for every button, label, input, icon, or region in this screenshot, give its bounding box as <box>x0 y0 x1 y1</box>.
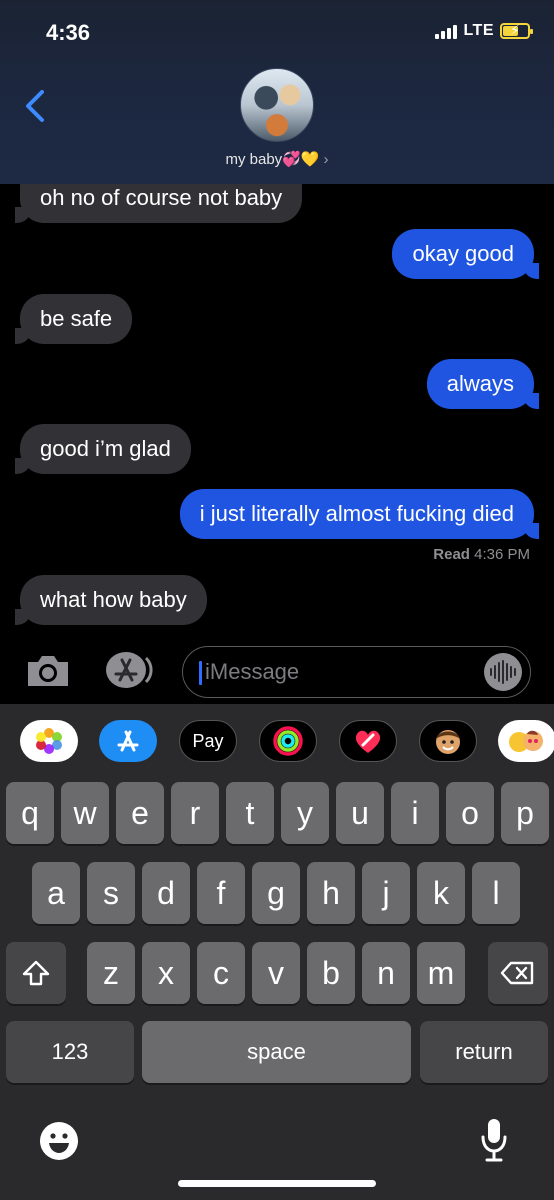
app-store-icon[interactable] <box>99 720 157 762</box>
status-indicators: LTE ⚡ <box>435 22 533 40</box>
apple-pay-icon[interactable]: Pay <box>179 720 237 762</box>
apple-pay-label: Pay <box>192 730 224 751</box>
emoji-icon[interactable] <box>38 1120 80 1162</box>
key-e[interactable]: e <box>116 782 164 844</box>
chevron-left-icon[interactable] <box>18 86 52 126</box>
key-t[interactable]: t <box>226 782 274 844</box>
key-o[interactable]: o <box>446 782 494 844</box>
key-s[interactable]: s <box>87 862 135 924</box>
key-x[interactable]: x <box>142 942 190 1004</box>
numbers-key[interactable]: 123 <box>6 1021 134 1083</box>
home-indicator[interactable] <box>178 1180 376 1187</box>
key-y[interactable]: y <box>281 782 329 844</box>
key-b[interactable]: b <box>307 942 355 1004</box>
status-time: 4:36 <box>46 20 91 45</box>
message-outgoing[interactable]: okay good <box>392 229 539 279</box>
delete-icon <box>500 961 534 985</box>
message-incoming[interactable]: what how baby <box>15 575 207 625</box>
key-j[interactable]: j <box>362 862 410 924</box>
key-w[interactable]: w <box>61 782 109 844</box>
message-outgoing[interactable]: always <box>426 359 540 409</box>
chevron-right-icon: › <box>323 151 329 168</box>
signal-icon <box>435 23 458 39</box>
message-outgoing[interactable]: i just literally almost fucking died <box>179 489 540 539</box>
imessage-input[interactable]: iMessage <box>182 646 531 698</box>
text-caret <box>199 661 202 685</box>
key-m[interactable]: m <box>417 942 465 1004</box>
key-g[interactable]: g <box>252 862 300 924</box>
key-h[interactable]: h <box>307 862 355 924</box>
key-c[interactable]: c <box>197 942 245 1004</box>
memoji-icon[interactable] <box>419 720 477 762</box>
key-p[interactable]: p <box>501 782 549 844</box>
contact-name-button[interactable]: my baby💞💛 › <box>0 150 554 168</box>
activity-icon[interactable] <box>259 720 317 762</box>
shift-key[interactable] <box>6 942 66 1004</box>
read-receipt: Read 4:36 PM <box>433 546 530 563</box>
space-key[interactable]: space <box>142 1021 411 1083</box>
battery-icon: ⚡ <box>500 22 533 39</box>
contact-avatar[interactable] <box>240 68 314 142</box>
key-i[interactable]: i <box>391 782 439 844</box>
key-d[interactable]: d <box>142 862 190 924</box>
delete-key[interactable] <box>488 942 548 1004</box>
message-incoming[interactable]: be safe <box>14 294 133 344</box>
network-label: LTE <box>463 22 494 39</box>
key-r[interactable]: r <box>171 782 219 844</box>
key-u[interactable]: u <box>336 782 384 844</box>
key-a[interactable]: a <box>32 862 80 924</box>
microphone-icon[interactable] <box>478 1116 510 1164</box>
app-store-icon[interactable] <box>102 650 156 690</box>
key-q[interactable]: q <box>6 782 54 844</box>
shift-icon <box>22 960 50 986</box>
message-incoming[interactable]: good i’m glad <box>15 424 191 474</box>
key-z[interactable]: z <box>87 942 135 1004</box>
key-l[interactable]: l <box>472 862 520 924</box>
memoji-stickers-icon[interactable] <box>498 720 554 762</box>
read-label: Read <box>433 546 470 563</box>
digital-touch-icon[interactable] <box>339 720 397 762</box>
input-placeholder: iMessage <box>205 659 300 684</box>
app-drawer: Pay <box>0 720 554 764</box>
key-f[interactable]: f <box>197 862 245 924</box>
photos-icon[interactable] <box>20 720 78 762</box>
read-time: 4:36 PM <box>474 546 530 563</box>
contact-name: my baby💞💛 <box>225 151 320 168</box>
conversation-header: 4:36 LTE ⚡ my baby💞💛 › <box>0 0 554 184</box>
key-k[interactable]: k <box>417 862 465 924</box>
key-n[interactable]: n <box>362 942 410 1004</box>
camera-icon[interactable] <box>24 652 72 690</box>
return-key[interactable]: return <box>420 1021 548 1083</box>
key-v[interactable]: v <box>252 942 300 1004</box>
audio-message-icon[interactable] <box>484 653 522 691</box>
